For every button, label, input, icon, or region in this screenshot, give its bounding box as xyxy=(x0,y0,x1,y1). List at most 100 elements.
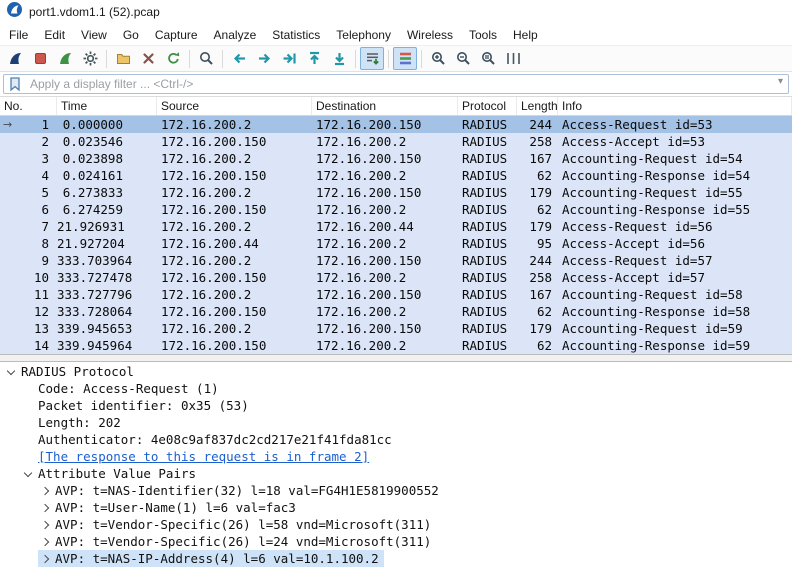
detail-line[interactable]: [The response to this request is in fram… xyxy=(21,448,374,465)
detail-row: RADIUS Protocol xyxy=(0,363,792,380)
packet-list-body: 10.000000172.16.200.2172.16.200.150RADIU… xyxy=(0,116,792,354)
menu-telephony[interactable]: Telephony xyxy=(328,26,399,44)
filter-bookmark-icon[interactable] xyxy=(8,76,22,97)
cell-length: 167 xyxy=(517,150,558,167)
table-row[interactable]: 9333.703964172.16.200.2172.16.200.150RAD… xyxy=(0,252,792,269)
restart-capture-button[interactable] xyxy=(53,47,77,70)
packet-details-pane: RADIUS ProtocolCode: Access-Request (1)P… xyxy=(0,362,792,567)
expand-chevron-icon[interactable] xyxy=(41,537,49,545)
display-filter-input[interactable] xyxy=(3,74,789,94)
response-frame-link[interactable]: [The response to this request is in fram… xyxy=(38,449,369,464)
expand-chevron-icon[interactable] xyxy=(41,503,49,511)
detail-row: AVP: t=Vendor-Specific(26) l=24 vnd=Micr… xyxy=(0,533,792,550)
table-row[interactable]: 30.023898172.16.200.2172.16.200.150RADIU… xyxy=(0,150,792,167)
collapse-chevron-icon[interactable] xyxy=(7,366,15,374)
detail-line[interactable]: AVP: t=NAS-IP-Address(4) l=6 val=10.1.10… xyxy=(38,550,384,567)
menu-tools[interactable]: Tools xyxy=(461,26,505,44)
menu-analyze[interactable]: Analyze xyxy=(206,26,265,44)
detail-row: Authenticator: 4e08c9af837dc2cd217e21f41… xyxy=(0,431,792,448)
expand-chevron-icon[interactable] xyxy=(41,486,49,494)
table-row[interactable]: 721.926931172.16.200.2172.16.200.44RADIU… xyxy=(0,218,792,235)
column-header-destination[interactable]: Destination xyxy=(312,97,458,115)
menu-help[interactable]: Help xyxy=(505,26,546,44)
table-row[interactable]: 12333.728064172.16.200.150172.16.200.2RA… xyxy=(0,303,792,320)
cell-info: Accounting-Response id=54 xyxy=(558,167,792,184)
colorize-button[interactable] xyxy=(393,47,417,70)
table-row[interactable]: 40.024161172.16.200.150172.16.200.2RADIU… xyxy=(0,167,792,184)
zoom-in-button[interactable] xyxy=(426,47,450,70)
cell-info: Accounting-Request id=59 xyxy=(558,320,792,337)
expand-chevron-icon[interactable] xyxy=(41,520,49,528)
go-back-icon xyxy=(231,50,248,67)
menu-wireless[interactable]: Wireless xyxy=(399,26,461,44)
table-row[interactable]: 821.927204172.16.200.44172.16.200.2RADIU… xyxy=(0,235,792,252)
detail-line[interactable]: Code: Access-Request (1) xyxy=(21,380,224,397)
cell-time: 333.703964 xyxy=(57,252,157,269)
column-header-length[interactable]: Length xyxy=(517,97,558,115)
go-last-button[interactable] xyxy=(327,47,351,70)
menu-edit[interactable]: Edit xyxy=(36,26,73,44)
resize-columns-button[interactable] xyxy=(501,47,525,70)
cell-info: Accounting-Response id=55 xyxy=(558,201,792,218)
reload-button[interactable] xyxy=(161,47,185,70)
table-row[interactable]: 14339.945964172.16.200.150172.16.200.2RA… xyxy=(0,337,792,354)
go-forward-button[interactable] xyxy=(252,47,276,70)
cell-length: 62 xyxy=(517,201,558,218)
detail-line[interactable]: Attribute Value Pairs xyxy=(21,465,201,482)
column-header-source[interactable]: Source xyxy=(157,97,312,115)
cell-length: 258 xyxy=(517,269,558,286)
close-file-button[interactable] xyxy=(136,47,160,70)
table-row[interactable]: 56.273833172.16.200.2172.16.200.150RADIU… xyxy=(0,184,792,201)
capture-options-button[interactable] xyxy=(78,47,102,70)
find-packet-button[interactable] xyxy=(194,47,218,70)
detail-line[interactable]: AVP: t=Vendor-Specific(26) l=58 vnd=Micr… xyxy=(38,516,436,533)
column-header-no[interactable]: No. xyxy=(0,97,57,115)
menu-view[interactable]: View xyxy=(73,26,115,44)
column-header-time[interactable]: Time xyxy=(57,97,157,115)
go-first-button[interactable] xyxy=(302,47,326,70)
detail-row: AVP: t=NAS-Identifier(32) l=18 val=FG4H1… xyxy=(0,482,792,499)
menu-capture[interactable]: Capture xyxy=(147,26,206,44)
cell-info: Access-Request id=56 xyxy=(558,218,792,235)
cell-info: Access-Accept id=56 xyxy=(558,235,792,252)
detail-line[interactable]: Length: 202 xyxy=(21,414,126,431)
detail-line[interactable]: AVP: t=NAS-Identifier(32) l=18 val=FG4H1… xyxy=(38,482,444,499)
cell-destination: 172.16.200.2 xyxy=(312,133,458,150)
column-header-protocol[interactable]: Protocol xyxy=(458,97,517,115)
cell-source: 172.16.200.2 xyxy=(157,252,312,269)
zoom-in-icon xyxy=(430,50,447,67)
cell-protocol: RADIUS xyxy=(458,286,517,303)
zoom-out-button[interactable] xyxy=(451,47,475,70)
table-row[interactable]: 66.274259172.16.200.150172.16.200.2RADIU… xyxy=(0,201,792,218)
detail-line[interactable]: Authenticator: 4e08c9af837dc2cd217e21f41… xyxy=(21,431,397,448)
table-row[interactable]: 13339.945653172.16.200.2172.16.200.150RA… xyxy=(0,320,792,337)
column-header-info[interactable]: Info xyxy=(558,97,792,115)
go-back-button[interactable] xyxy=(227,47,251,70)
start-capture-button[interactable] xyxy=(3,47,27,70)
table-row[interactable]: 10333.727478172.16.200.150172.16.200.2RA… xyxy=(0,269,792,286)
zoom-reset-button[interactable] xyxy=(476,47,500,70)
menu-file[interactable]: File xyxy=(1,26,36,44)
expand-chevron-icon[interactable] xyxy=(41,554,49,562)
detail-line[interactable]: RADIUS Protocol xyxy=(4,363,139,380)
collapse-chevron-icon[interactable] xyxy=(24,468,32,476)
detail-line[interactable]: Packet identifier: 0x35 (53) xyxy=(21,397,254,414)
expander-slot xyxy=(4,370,21,374)
table-row[interactable]: 10.000000172.16.200.2172.16.200.150RADIU… xyxy=(0,116,792,133)
go-to-packet-button[interactable] xyxy=(277,47,301,70)
table-row[interactable]: 11333.727796172.16.200.2172.16.200.150RA… xyxy=(0,286,792,303)
menubar: FileEditViewGoCaptureAnalyzeStatisticsTe… xyxy=(0,24,792,45)
detail-text: AVP: t=User-Name(1) l=6 val=fac3 xyxy=(55,500,296,515)
pane-splitter[interactable] xyxy=(0,354,792,362)
detail-line[interactable]: AVP: t=Vendor-Specific(26) l=24 vnd=Micr… xyxy=(38,533,436,550)
open-file-button[interactable] xyxy=(111,47,135,70)
detail-line[interactable]: AVP: t=User-Name(1) l=6 val=fac3 xyxy=(38,499,301,516)
menu-statistics[interactable]: Statistics xyxy=(264,26,328,44)
menu-go[interactable]: Go xyxy=(115,26,147,44)
filter-dropdown-chevron-icon[interactable]: ▾ xyxy=(778,76,783,87)
stop-capture-button[interactable] xyxy=(28,47,52,70)
table-row[interactable]: 20.023546172.16.200.150172.16.200.2RADIU… xyxy=(0,133,792,150)
auto-scroll-button[interactable] xyxy=(360,47,384,70)
cell-destination: 172.16.200.2 xyxy=(312,201,458,218)
cell-length: 258 xyxy=(517,133,558,150)
